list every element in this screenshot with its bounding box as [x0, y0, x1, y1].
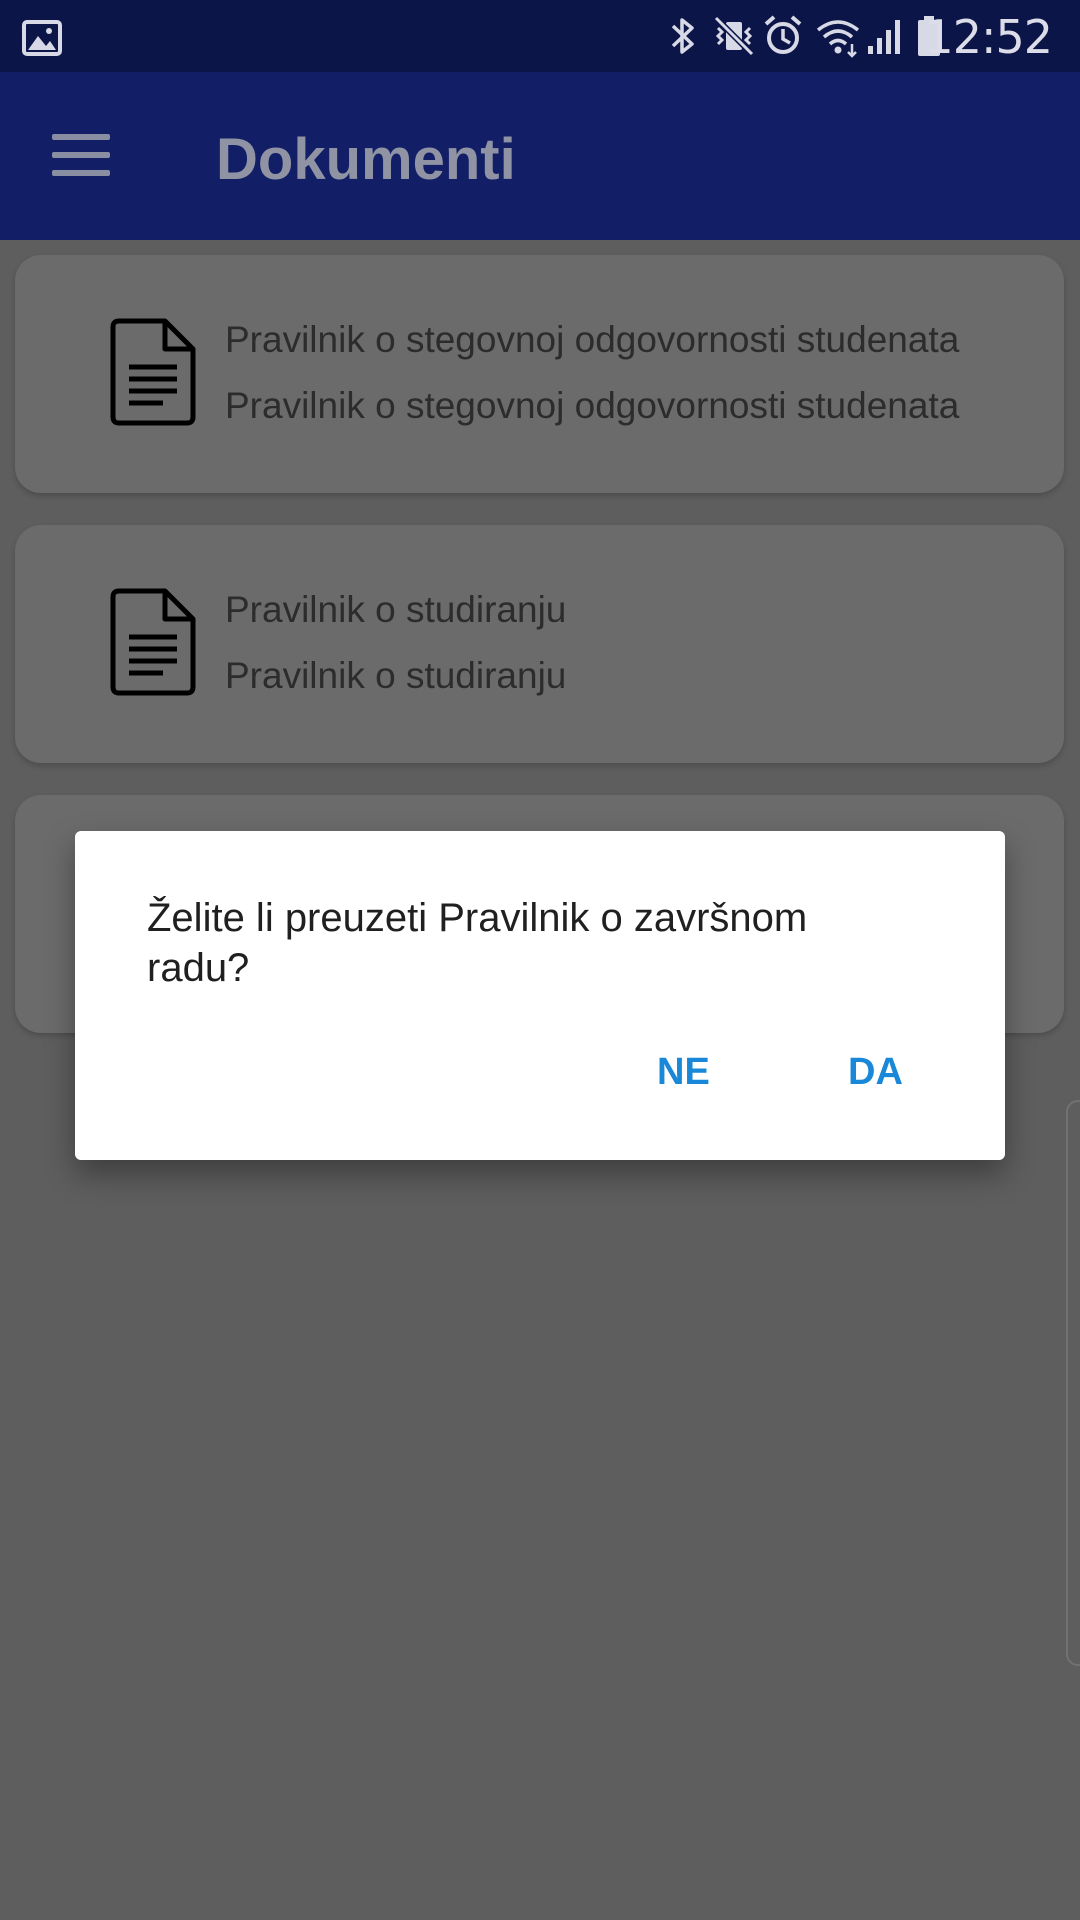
download-confirm-dialog: Želite li preuzeti Pravilnik o završnom … [75, 831, 1005, 1160]
dialog-no-button[interactable]: NE [657, 1051, 710, 1094]
status-bar: 12:52 [0, 0, 1080, 72]
bluetooth-icon [671, 18, 694, 54]
dialog-message: Želite li preuzeti Pravilnik o završnom … [147, 896, 808, 990]
document-subtitle: Pravilnik o studiranju [225, 655, 567, 696]
page-title: Dokumenti [216, 127, 516, 192]
document-icon [110, 318, 196, 426]
dialog-yes-button[interactable]: DA [848, 1051, 903, 1094]
wifi-icon [816, 20, 860, 58]
document-card[interactable]: Pravilnik o stegovnoj odgovornosti stude… [15, 255, 1064, 493]
scroll-edge [1066, 1100, 1080, 1666]
document-card[interactable]: Pravilnik o studiranju Pravilnik o studi… [15, 525, 1064, 763]
document-title: Pravilnik o studiranju [225, 589, 567, 630]
vibrate-mute-icon [713, 15, 755, 57]
app-bar: Dokumenti [0, 72, 1080, 240]
hamburger-menu-icon[interactable] [52, 132, 114, 180]
document-title: Pravilnik o stegovnoj odgovornosti stude… [225, 319, 960, 360]
document-subtitle: Pravilnik o stegovnoj odgovornosti stude… [225, 385, 960, 426]
alarm-icon [764, 15, 802, 54]
document-icon [110, 588, 196, 696]
gallery-icon [22, 20, 62, 56]
status-time: 12:52 [924, 10, 1053, 64]
signal-icon [868, 20, 900, 54]
